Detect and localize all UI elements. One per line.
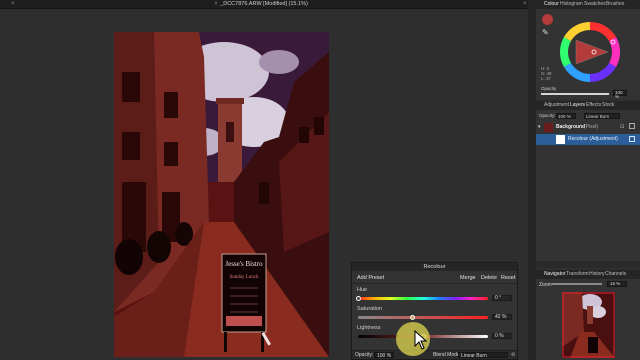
tab-channels[interactable]: Channels [605,271,626,278]
blend-mode-select[interactable]: Linear Burn [458,352,508,359]
saturation-label: Saturation [357,306,383,312]
navigator-preview[interactable] [562,292,615,358]
tab-colour[interactable]: Colour [544,1,559,8]
tab-transform[interactable]: Transform [566,271,589,278]
colour-picker-icon[interactable]: ✎ [542,28,549,37]
colour-opacity-label: Opacity [541,86,557,91]
layer-opacity-label: Opacity: [539,113,556,118]
lightness-value[interactable]: 0 % [492,333,512,339]
layer-row-background[interactable]: ▾ Background (Pixel) ⊡ [536,122,640,133]
colour-opacity-value[interactable]: 100 % [613,90,627,99]
saturation-slider-handle[interactable] [410,315,416,320]
primary-colour-swatch[interactable] [542,14,553,25]
saturation-value[interactable]: 42 % [492,314,512,320]
hue-slider[interactable] [358,297,488,300]
visibility-checkbox[interactable] [629,123,635,129]
tab-brushes[interactable]: Brushes [606,1,624,8]
colour-wheel-graphic [560,22,620,82]
expand-arrow-icon[interactable]: ▾ [538,124,541,130]
saturation-slider[interactable] [358,316,488,319]
lock-icon[interactable]: ⊡ [620,124,624,130]
layer-name: Recolour (Adjustment) [568,136,618,142]
adjustment-thumbnail [556,135,565,144]
tab-navigator[interactable]: Navigator [544,271,565,278]
street-photo-image: Jesse's Bistro Sunday Lunch [114,32,329,357]
tab-effects[interactable]: Effects [586,102,601,109]
layers-panel-tabs: Adjustment Layers Effects Stock [536,101,640,110]
visibility-checkbox[interactable] [629,136,635,142]
zoom-label: Zoom [539,282,552,288]
delete-button[interactable]: Delete [481,274,497,282]
tab-layers[interactable]: Layers [570,102,585,109]
tab-history[interactable]: History [589,271,605,278]
navigator-preview-image [562,292,615,358]
lightness-label: Lightness [357,325,381,331]
layers-toolbar [536,261,640,268]
tab-histogram[interactable]: Histogram [560,1,583,8]
layer-options-row: Opacity: 100 % Linear Burn [536,111,640,121]
recolour-title: Recolour [352,263,517,271]
document-tab-bar: × × × _DCC7876.ARW [Modified] (15.1%) [0,0,528,9]
tab-swatches[interactable]: Swatches [584,1,606,8]
hue-slider-handle[interactable] [355,296,361,301]
settings-icon[interactable]: ⚙ [511,352,515,358]
opacity-label: Opacity: [355,352,374,358]
tab-adjustment[interactable]: Adjustment [544,102,569,109]
layer-name: Background [556,124,586,130]
sign-line-text: Sunday Lunch [229,275,259,280]
recolour-footer: Opacity: 100 % Blend Mode: Linear Burn ⚙ [352,350,517,359]
layer-row-recolour[interactable]: Recolour (Adjustment) [536,134,640,145]
opacity-field[interactable]: 100 % [374,352,394,359]
navigator-panel-tabs: Navigator Transform History Channels [536,270,640,279]
add-preset-button[interactable]: Add Preset [357,274,384,282]
hsl-l-value: L: 37 [541,76,552,81]
merge-button[interactable]: Merge [460,274,476,282]
layer-opacity-field[interactable]: 100 % [556,113,576,119]
tab-stock[interactable]: Stock [602,102,615,109]
sign-title-text: Jesse's Bistro [225,260,263,268]
document-title[interactable]: _DCC7876.ARW [Modified] (15.1%) [0,1,528,7]
layer-thumbnail [544,123,553,132]
mouse-pointer-icon [414,330,428,350]
recolour-dialog[interactable]: Recolour Add Preset Merge Delete Reset H… [351,262,518,360]
blend-mode-label: Blend Mode: [433,352,462,358]
colour-opacity-slider[interactable] [541,93,609,95]
preset-toolbar: Add Preset Merge Delete Reset [352,271,517,284]
hue-value[interactable]: 0 ° [492,295,512,301]
colour-wheel[interactable] [558,20,622,84]
zoom-value[interactable]: 15 % [607,281,627,287]
layer-blend-select[interactable]: Linear Burn [584,113,620,119]
panel-side-strip [528,0,536,360]
colour-panel-tabs: Colour Histogram Swatches Brushes [536,0,640,9]
hsl-readout: H: 0 S: 48 L: 37 [541,66,552,81]
layer-kind: (Pixel) [584,124,599,130]
hue-label: Hue [357,287,368,293]
reset-button[interactable]: Reset [501,274,515,282]
zoom-slider[interactable] [552,283,602,285]
edited-photo[interactable]: Jesse's Bistro Sunday Lunch [114,32,329,357]
